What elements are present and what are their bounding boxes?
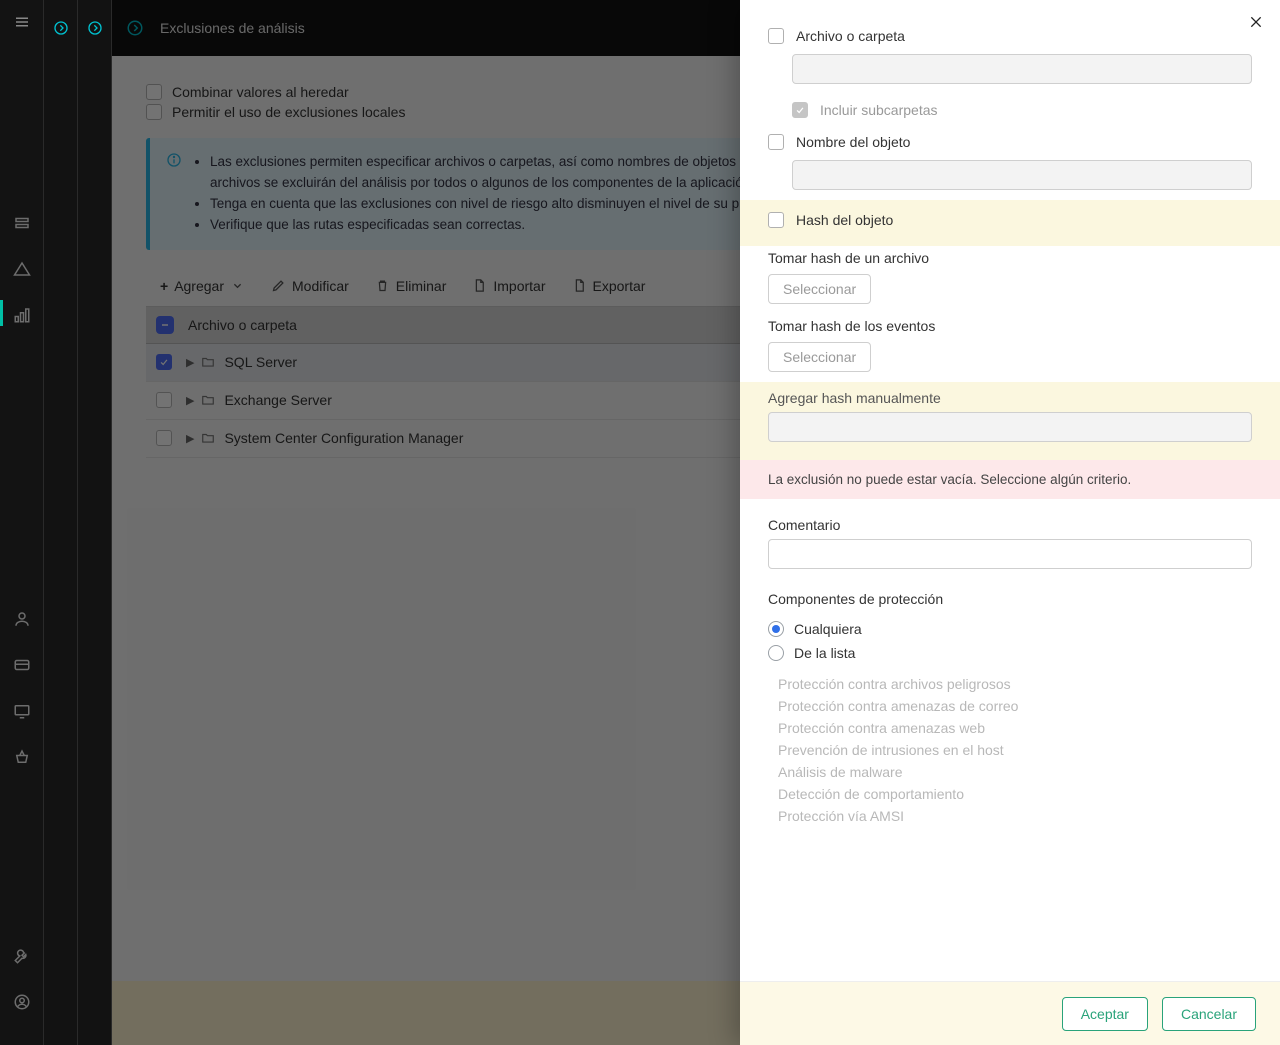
- row-checkbox[interactable]: [156, 430, 172, 446]
- exclusion-side-panel: Archivo o carpeta Incluir subcarpetas No…: [740, 0, 1280, 1045]
- file-folder-input[interactable]: [792, 54, 1252, 84]
- expand-caret-icon[interactable]: ▶: [186, 432, 194, 445]
- file-folder-label: Archivo o carpeta: [796, 28, 905, 44]
- radio-any[interactable]: [768, 621, 784, 637]
- nav-icon-3[interactable]: [13, 306, 31, 324]
- components-label: Componentes de protección: [740, 587, 1280, 611]
- component-label: Protección contra archivos peligrosos: [778, 676, 1011, 692]
- folder-icon: [200, 355, 216, 369]
- import-icon: [472, 278, 487, 293]
- import-button[interactable]: Importar: [472, 278, 545, 294]
- row-name: Exchange Server: [224, 392, 331, 408]
- include-subfolders-label: Incluir subcarpetas: [820, 102, 938, 118]
- local-exclusions-checkbox[interactable]: [146, 104, 162, 120]
- component-label: Protección contra amenazas web: [778, 720, 985, 736]
- chevron-circle-icon[interactable]: [53, 20, 69, 36]
- add-button[interactable]: +Agregar: [160, 278, 245, 294]
- add-hash-manual-label: Agregar hash manualmente: [740, 386, 1280, 410]
- row-checkbox[interactable]: [156, 354, 172, 370]
- nav-icon-card[interactable]: [13, 656, 31, 674]
- sub-rail-2[interactable]: [78, 0, 112, 1045]
- expand-caret-icon[interactable]: ▶: [186, 394, 194, 407]
- inherit-checkbox[interactable]: [146, 84, 162, 100]
- folder-icon: [200, 431, 216, 445]
- accept-button[interactable]: Aceptar: [1062, 997, 1148, 1031]
- wrench-icon[interactable]: [13, 947, 31, 965]
- object-hash-label: Hash del objeto: [796, 212, 893, 228]
- radio-from-list-label: De la lista: [794, 645, 855, 661]
- comment-label: Comentario: [740, 513, 1280, 537]
- chevron-down-icon: [230, 278, 245, 293]
- nav-icon-1[interactable]: [13, 214, 31, 232]
- trash-icon: [375, 278, 390, 293]
- component-label: Prevención de intrusiones en el host: [778, 742, 1004, 758]
- close-icon: [1248, 14, 1264, 30]
- page-title: Exclusiones de análisis: [160, 20, 305, 36]
- row-name: System Center Configuration Manager: [224, 430, 463, 446]
- object-name-input[interactable]: [792, 160, 1252, 190]
- close-button[interactable]: [1244, 10, 1268, 34]
- component-label: Protección contra amenazas de correo: [778, 698, 1018, 714]
- export-button[interactable]: Exportar: [572, 278, 646, 294]
- pencil-icon: [271, 278, 286, 293]
- cancel-button[interactable]: Cancelar: [1162, 997, 1256, 1031]
- info-icon: [166, 152, 182, 168]
- hamburger-icon[interactable]: [0, 0, 44, 44]
- expand-caret-icon[interactable]: ▶: [186, 356, 194, 369]
- component-label: Detección de comportamiento: [778, 786, 964, 802]
- inherit-label: Combinar valores al heredar: [172, 84, 349, 100]
- user-circle-icon[interactable]: [13, 993, 31, 1011]
- nav-icon-basket[interactable]: [13, 748, 31, 766]
- component-label: Protección vía AMSI: [778, 808, 904, 824]
- hash-from-file-label: Tomar hash de un archivo: [740, 246, 1280, 270]
- col-file-folder: Archivo o carpeta: [188, 317, 297, 333]
- edit-button[interactable]: Modificar: [271, 278, 349, 294]
- comment-input[interactable]: [768, 539, 1252, 569]
- panel-footer: Aceptar Cancelar: [740, 981, 1280, 1045]
- chevron-circle-icon[interactable]: [87, 20, 103, 36]
- object-hash-checkbox[interactable]: [768, 212, 784, 228]
- chevron-circle-icon[interactable]: [126, 19, 144, 37]
- nav-icon-screen[interactable]: [13, 702, 31, 720]
- nav-icon-2[interactable]: [13, 260, 31, 278]
- hash-manual-input[interactable]: [768, 412, 1252, 442]
- hash-from-events-label: Tomar hash de los eventos: [740, 314, 1280, 338]
- error-message: La exclusión no puede estar vacía. Selec…: [740, 460, 1280, 499]
- folder-icon: [200, 393, 216, 407]
- select-hash-events-button[interactable]: Seleccionar: [768, 342, 871, 372]
- select-hash-file-button[interactable]: Seleccionar: [768, 274, 871, 304]
- radio-any-label: Cualquiera: [794, 621, 862, 637]
- delete-button[interactable]: Eliminar: [375, 278, 447, 294]
- local-exclusions-label: Permitir el uso de exclusiones locales: [172, 104, 405, 120]
- row-checkbox[interactable]: [156, 392, 172, 408]
- radio-from-list[interactable]: [768, 645, 784, 661]
- component-label: Análisis de malware: [778, 764, 903, 780]
- export-icon: [572, 278, 587, 293]
- nav-icon-user[interactable]: [13, 610, 31, 628]
- sub-rail-1[interactable]: [44, 0, 78, 1045]
- object-name-checkbox[interactable]: [768, 134, 784, 150]
- sidebar-rail: [0, 0, 44, 1045]
- object-name-label: Nombre del objeto: [796, 134, 910, 150]
- row-name: SQL Server: [224, 354, 297, 370]
- include-subfolders-checkbox: [792, 102, 808, 118]
- file-folder-checkbox[interactable]: [768, 28, 784, 44]
- active-nav-marker: [0, 300, 3, 326]
- select-all-checkbox[interactable]: [156, 316, 174, 334]
